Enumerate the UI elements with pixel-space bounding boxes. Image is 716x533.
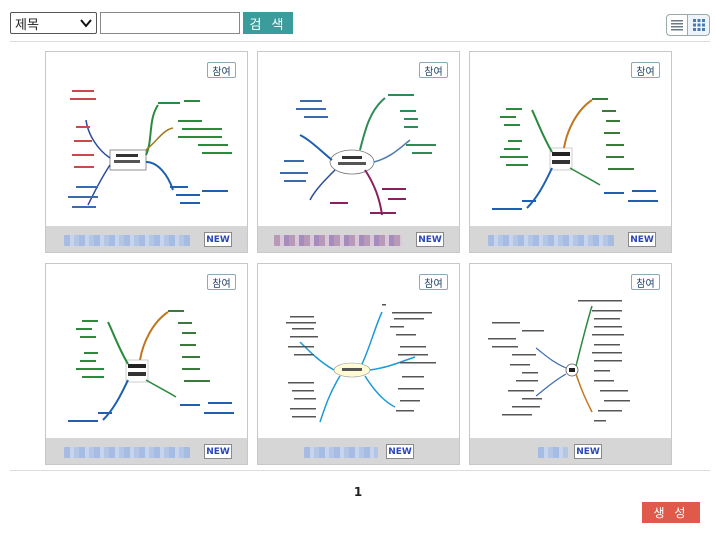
new-badge: NEW: [628, 232, 656, 247]
mindmap-thumbnail[interactable]: [58, 80, 238, 223]
pagination-current-page[interactable]: 1: [0, 485, 716, 499]
mindmap-thumbnail[interactable]: [482, 292, 662, 435]
search-field-selected: 제목: [15, 17, 39, 33]
grid-view-button[interactable]: [688, 14, 710, 36]
join-button[interactable]: 참여: [419, 62, 448, 78]
create-button[interactable]: 생 성: [642, 502, 700, 523]
card-footer: NEW: [470, 438, 671, 464]
card-title-blurred: [488, 235, 614, 246]
card-footer: NEW: [46, 226, 247, 252]
card-footer: NEW: [258, 226, 459, 252]
search-field-select[interactable]: 제목: [10, 12, 97, 34]
new-badge: NEW: [204, 444, 232, 459]
view-mode-toggle: [666, 14, 710, 36]
card-title-blurred: [64, 447, 190, 458]
list-view-button[interactable]: [666, 14, 688, 36]
mindmap-thumbnail[interactable]: [270, 292, 450, 435]
mindmap-card[interactable]: 참여 NEW: [469, 51, 672, 253]
search-input[interactable]: [100, 12, 240, 34]
join-button[interactable]: 참여: [631, 62, 660, 78]
mindmap-thumbnail[interactable]: [58, 292, 238, 435]
mindmap-card[interactable]: 참여 NEW: [257, 51, 460, 253]
mindmap-thumbnail[interactable]: [270, 80, 450, 223]
card-title-blurred: [538, 447, 568, 458]
grid-view-icon: [692, 19, 705, 31]
card-title-blurred: [64, 235, 190, 246]
new-badge: NEW: [204, 232, 232, 247]
new-badge: NEW: [386, 444, 414, 459]
card-title-blurred: [304, 447, 378, 458]
search-button[interactable]: 검 색: [243, 12, 293, 34]
card-footer: NEW: [258, 438, 459, 464]
join-button[interactable]: 참여: [419, 274, 448, 290]
join-button[interactable]: 참여: [631, 274, 660, 290]
search-toolbar: 제목 검 색: [10, 12, 293, 34]
toolbar-divider: [10, 41, 710, 42]
mindmap-card[interactable]: 참여 NEW: [45, 51, 248, 253]
chevron-down-icon: [80, 19, 92, 28]
join-button[interactable]: 참여: [207, 62, 236, 78]
card-footer: NEW: [470, 226, 671, 252]
card-footer: NEW: [46, 438, 247, 464]
list-view-icon: [671, 19, 683, 30]
new-badge: NEW: [574, 444, 602, 459]
new-badge: NEW: [416, 232, 444, 247]
pagination-divider: [10, 470, 710, 471]
mindmap-card[interactable]: 참여 NEW: [469, 263, 672, 465]
mindmap-card[interactable]: 참여 NEW: [257, 263, 460, 465]
mindmap-card[interactable]: 참여 NEW: [45, 263, 248, 465]
card-title-blurred: [274, 235, 402, 246]
join-button[interactable]: 참여: [207, 274, 236, 290]
mindmap-thumbnail[interactable]: [482, 80, 662, 223]
